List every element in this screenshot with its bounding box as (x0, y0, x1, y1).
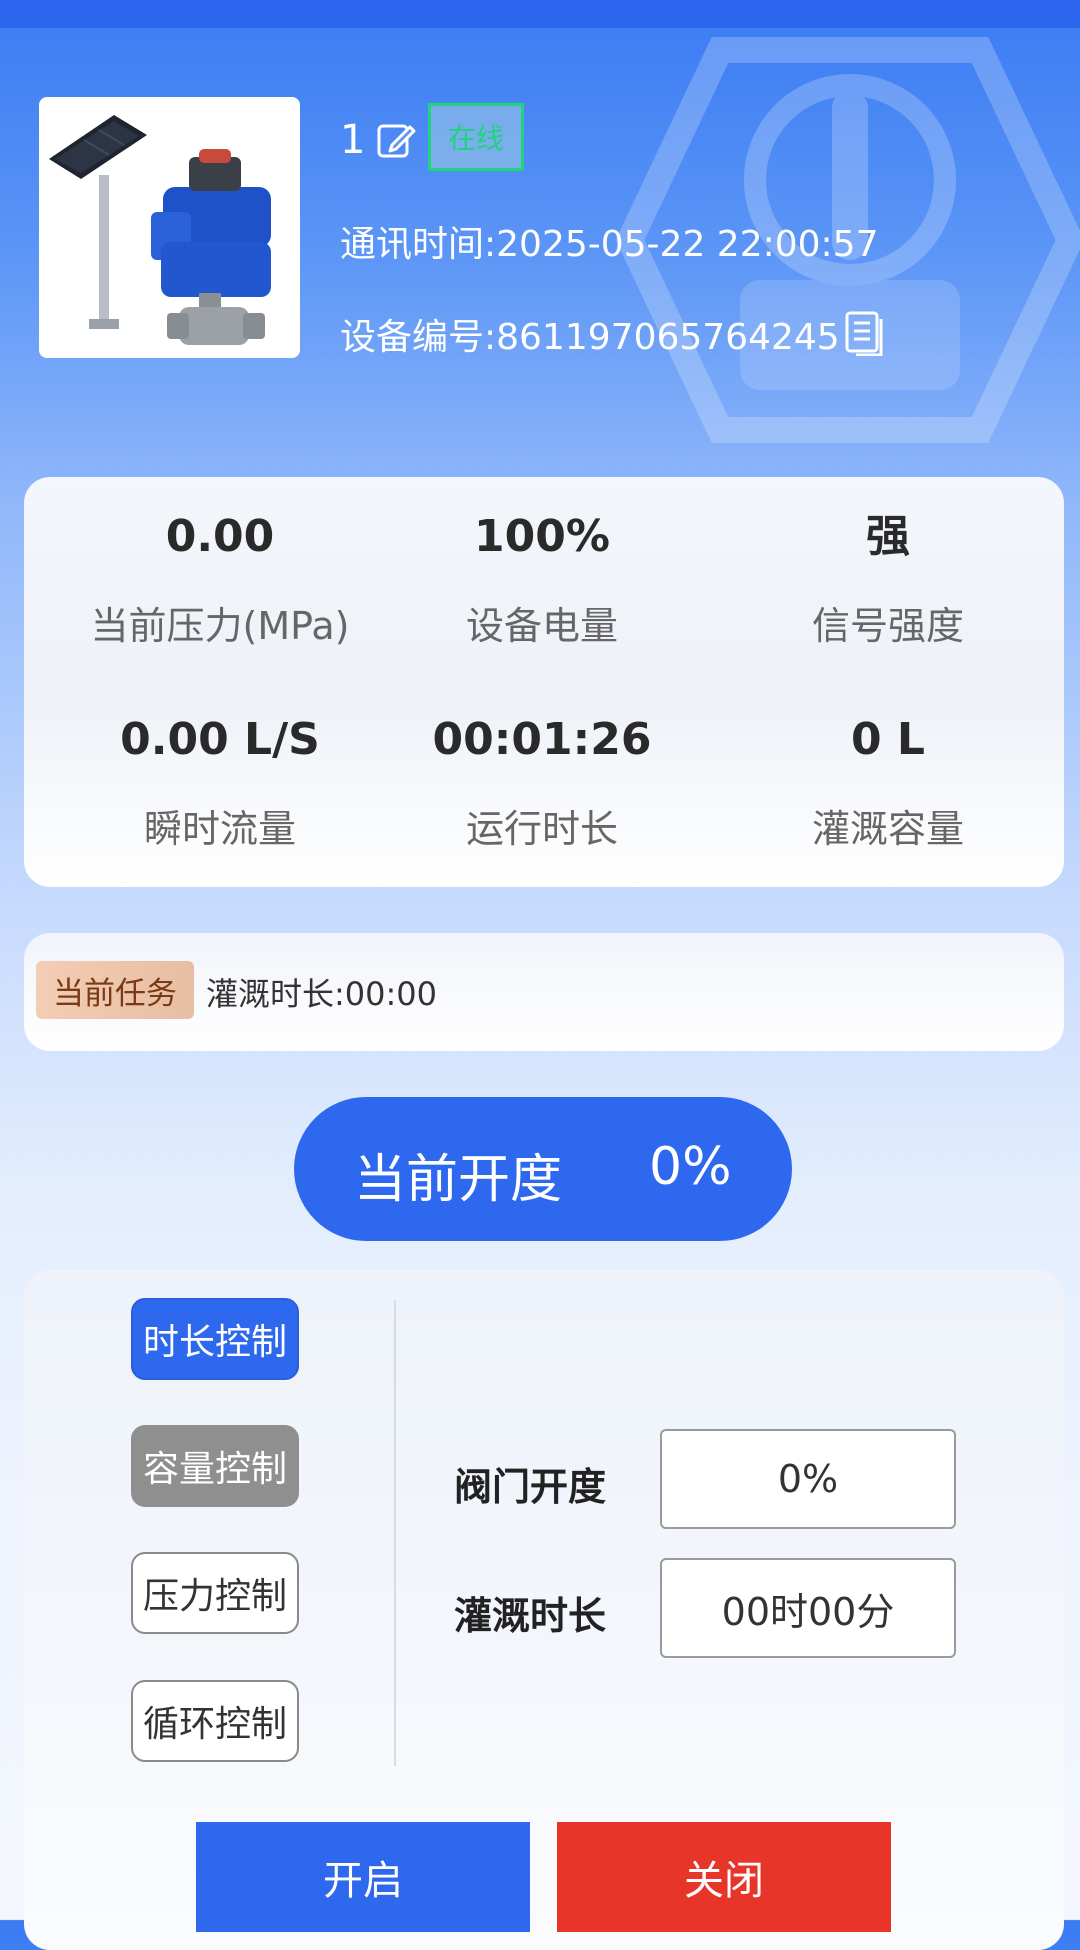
mode-duration-button[interactable]: 时长控制 (131, 1298, 299, 1380)
stat-label: 运行时长 (465, 807, 618, 851)
stat-value: 0 L (851, 714, 925, 765)
mode-volume-button[interactable]: 容量控制 (131, 1425, 299, 1507)
irrigation-duration-input[interactable]: 00时00分 (660, 1558, 956, 1658)
stat-value: 0.00 L/S (120, 714, 320, 765)
stat-irrigation-volume: 0 L 灌溉容量 (718, 710, 1058, 853)
stat-runtime: 00:01:26 运行时长 (372, 710, 712, 853)
current-opening-label: 当前开度 (354, 1150, 563, 1210)
device-name: 1 (340, 117, 366, 163)
control-panel: 时长控制 容量控制 压力控制 循环控制 阀门开度 0% 灌溉时长 00时00分 (24, 1270, 1064, 1950)
stat-signal: 强 信号强度 (718, 507, 1058, 650)
device-serial: 设备编号:861197065764245 (340, 308, 840, 360)
stat-label: 设备电量 (465, 604, 618, 648)
online-status-badge: 在线 (428, 103, 524, 171)
current-task-tag: 当前任务 (36, 961, 194, 1019)
current-opening-pill: 当前开度 0% (294, 1097, 792, 1241)
current-opening-value: 0% (649, 1137, 732, 1197)
open-button[interactable]: 开启 (196, 1822, 530, 1932)
stat-label: 信号强度 (811, 604, 964, 648)
comm-time-value: 2025-05-22 22:00:57 (496, 224, 879, 265)
stat-value: 强 (866, 511, 910, 562)
valve-opening-input[interactable]: 0% (660, 1429, 956, 1529)
stat-value: 00:01:26 (432, 714, 652, 765)
close-button[interactable]: 关闭 (557, 1822, 891, 1932)
valve-opening-label: 阀门开度 (454, 1465, 607, 1509)
stat-flow: 0.00 L/S 瞬时流量 (50, 710, 390, 853)
mode-pressure-button[interactable]: 压力控制 (131, 1552, 299, 1634)
stat-pressure: 0.00 当前压力(MPa) (50, 507, 390, 650)
serial-value: 861197065764245 (496, 317, 840, 358)
mode-cycle-button[interactable]: 循环控制 (131, 1680, 299, 1762)
stat-label: 瞬时流量 (143, 807, 296, 851)
stat-value: 0.00 (165, 511, 275, 562)
communication-time: 通讯时间:2025-05-22 22:00:57 (340, 215, 878, 267)
stat-label: 灌溉容量 (811, 807, 964, 851)
stat-value: 100% (474, 511, 610, 562)
edit-icon[interactable] (374, 118, 418, 162)
current-task-card: 当前任务 灌溉时长:00:00 (24, 933, 1064, 1051)
current-task-text: 灌溉时长:00:00 (206, 975, 438, 1013)
irrigation-duration-label: 灌溉时长 (454, 1594, 607, 1638)
copy-icon[interactable] (844, 310, 884, 356)
device-image (39, 97, 300, 358)
stat-battery: 100% 设备电量 (372, 507, 712, 650)
top-status-bar (0, 0, 1080, 28)
comm-time-label: 通讯时间: (340, 224, 497, 265)
panel-divider (394, 1300, 396, 1766)
device-stats-card: 0.00 当前压力(MPa) 100% 设备电量 强 信号强度 0.00 L/S… (24, 477, 1064, 887)
serial-label: 设备编号: (340, 317, 497, 358)
stat-label: 当前压力(MPa) (90, 604, 350, 648)
